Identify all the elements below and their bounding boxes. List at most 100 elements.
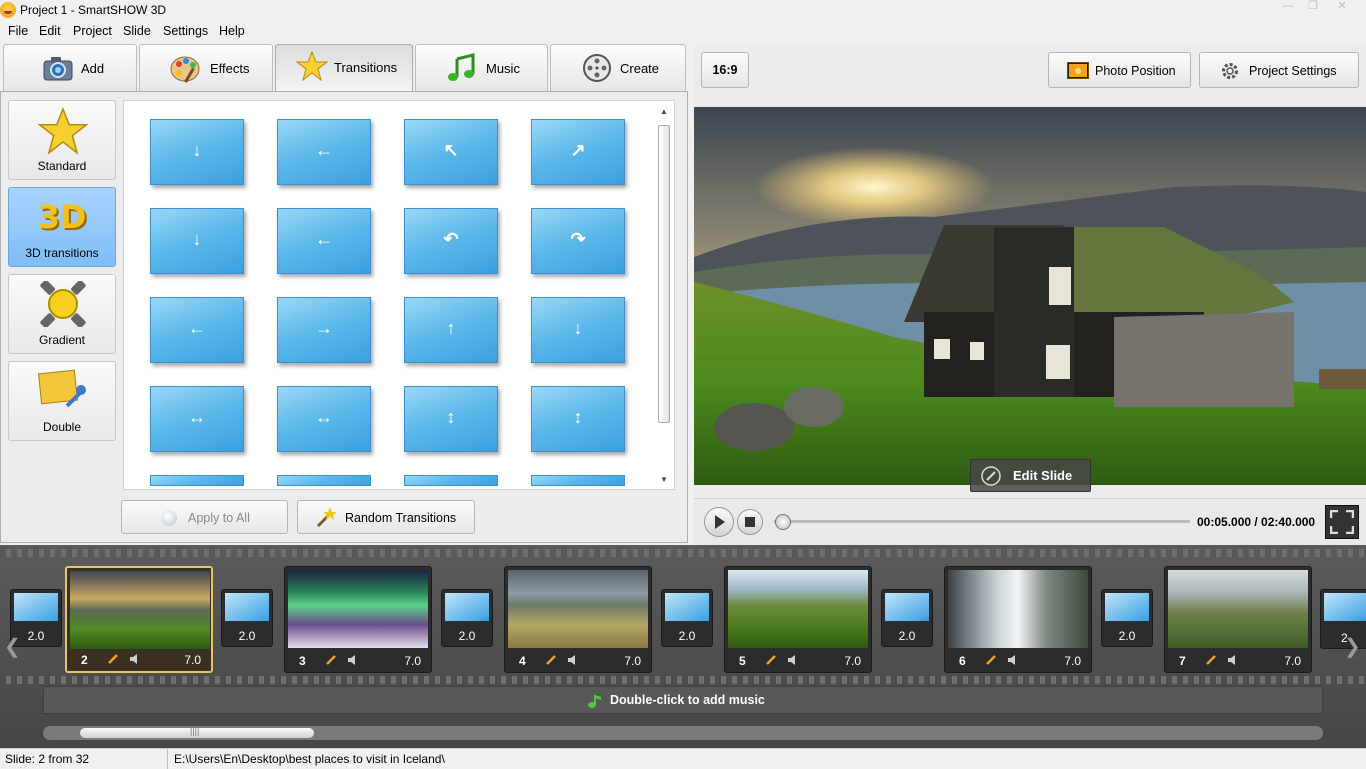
transition-thumbnail[interactable] (277, 475, 371, 486)
slide-item[interactable]: 3 7.0 (284, 566, 432, 673)
menu-file[interactable]: File (8, 24, 28, 38)
maximize-button[interactable]: ❐ (1301, 0, 1325, 14)
speaker-icon[interactable] (1227, 654, 1239, 666)
category-standard-label: Standard (37, 159, 87, 173)
transition-thumbnail[interactable] (404, 475, 498, 486)
slide-item[interactable]: 6 7.0 (944, 566, 1092, 673)
menu-edit[interactable]: Edit (39, 24, 61, 38)
transition-thumbnail[interactable]: ← (277, 119, 371, 185)
transition-thumbnail[interactable]: ↕ (404, 386, 498, 452)
tab-create-label: Create (620, 61, 660, 76)
edit-slide-button[interactable]: Edit Slide (970, 459, 1091, 492)
transition-thumbnail[interactable]: ↑ (404, 297, 498, 363)
stop-button[interactable] (737, 509, 763, 535)
slide-duration: 7.0 (404, 654, 421, 668)
status-divider (167, 749, 168, 769)
timeline-scroll-left-icon[interactable]: ❮ (4, 634, 21, 659)
apply-to-all-button[interactable]: Apply to All (121, 500, 288, 534)
music-note-icon (448, 53, 475, 81)
transition-item[interactable]: 2.0 (661, 589, 713, 647)
pencil-icon[interactable] (765, 654, 777, 666)
category-double[interactable]: Double (8, 361, 116, 441)
transition-item[interactable]: 2.0 (441, 589, 493, 647)
pencil-icon[interactable] (1205, 654, 1217, 666)
transition-thumbnail[interactable] (150, 475, 244, 486)
pencil-icon[interactable] (107, 653, 119, 665)
transition-thumbnail[interactable]: → (277, 297, 371, 363)
transition-thumbnail[interactable]: ↓ (531, 297, 625, 363)
speaker-icon[interactable] (347, 654, 359, 666)
magic-wand-icon (316, 507, 337, 528)
slide-number: 4 (519, 654, 526, 668)
scroll-thumb[interactable] (658, 125, 670, 423)
slide-thumbnail (70, 571, 210, 649)
menu-settings[interactable]: Settings (163, 24, 208, 38)
transition-thumbnail[interactable]: ↕ (531, 386, 625, 452)
transition-thumbnail[interactable]: ↶ (404, 208, 498, 274)
slide-item[interactable]: 2 7.0 (65, 566, 213, 673)
random-transitions-label: Random Transitions (345, 511, 457, 525)
time-readout: 00:05.000 / 02:40.000 (1197, 515, 1316, 529)
tab-add[interactable]: Add (3, 44, 137, 91)
direction-arrow-icon: ↓ (192, 229, 202, 249)
pencil-icon[interactable] (325, 654, 337, 666)
category-double-label: Double (42, 420, 82, 434)
transition-thumbnail[interactable]: ↓ (150, 119, 244, 185)
transition-thumbnail[interactable]: ↔ (277, 386, 371, 452)
direction-arrow-icon: ↖ (443, 140, 459, 160)
transition-thumbnail (445, 593, 489, 621)
speaker-icon[interactable] (1007, 654, 1019, 666)
pencil-icon[interactable] (985, 654, 997, 666)
category-standard[interactable]: Standard (8, 100, 116, 180)
tab-effects[interactable]: Effects (139, 44, 273, 91)
tab-music[interactable]: Music (415, 44, 548, 91)
play-button[interactable] (704, 507, 734, 537)
transition-item[interactable]: 2.0 (881, 589, 933, 647)
category-gradient[interactable]: Gradient (8, 274, 116, 354)
slide-item[interactable]: 5 7.0 (724, 566, 872, 673)
window-title: Project 1 - SmartSHOW 3D (20, 3, 167, 17)
minimize-button[interactable]: — (1276, 0, 1300, 14)
random-transitions-button[interactable]: Random Transitions (297, 500, 475, 534)
speaker-icon[interactable] (567, 654, 579, 666)
3d-icon: 3D (37, 198, 87, 236)
timeline-scroll-thumb[interactable]: |||| (80, 726, 314, 738)
project-settings-button[interactable]: Project Settings (1199, 52, 1359, 88)
menu-help[interactable]: Help (219, 24, 245, 38)
transition-duration: 2.0 (678, 629, 696, 643)
fullscreen-button[interactable] (1325, 505, 1359, 539)
transition-thumbnail[interactable] (531, 475, 625, 486)
tab-transitions[interactable]: Transitions (275, 44, 413, 91)
transition-item[interactable]: 2.0 (221, 589, 273, 647)
scroll-down-arrow-icon[interactable]: ▼ (659, 475, 669, 487)
film-holes-top (0, 549, 1366, 557)
transition-thumbnail[interactable]: ↖ (404, 119, 498, 185)
timeline-scroll-right-icon[interactable]: ❯ (1344, 634, 1361, 659)
direction-arrow-icon: ↕ (573, 407, 583, 427)
menu-slide[interactable]: Slide (123, 24, 151, 38)
transition-thumbnail[interactable]: ← (277, 208, 371, 274)
photo-position-button[interactable]: Photo Position (1048, 52, 1191, 88)
slide-item[interactable]: 7 7.0 (1164, 566, 1312, 673)
seek-handle[interactable] (775, 514, 792, 530)
aspect-ratio-button[interactable]: 16:9 (701, 52, 749, 88)
slide-duration: 7.0 (844, 654, 861, 668)
slide-item[interactable]: 4 7.0 (504, 566, 652, 673)
scroll-up-arrow-icon[interactable]: ▲ (659, 107, 669, 119)
transition-thumbnail[interactable]: ↗ (531, 119, 625, 185)
music-track[interactable]: Double-click to add music (43, 686, 1323, 714)
transition-thumbnail[interactable]: ↷ (531, 208, 625, 274)
speaker-icon[interactable] (129, 653, 141, 665)
category-3d-transitions[interactable]: 3D 3D transitions (8, 187, 116, 267)
grid-scrollbar[interactable]: ▲ ▼ (656, 107, 672, 487)
transition-thumbnail[interactable]: ↓ (150, 208, 244, 274)
menu-project[interactable]: Project (73, 24, 112, 38)
seek-track[interactable] (774, 520, 1190, 523)
close-button[interactable]: ✕ (1330, 0, 1354, 14)
transition-item[interactable]: 2.0 (1101, 589, 1153, 647)
speaker-icon[interactable] (787, 654, 799, 666)
transition-thumbnail[interactable]: ← (150, 297, 244, 363)
tab-create[interactable]: Create (550, 44, 686, 91)
pencil-icon[interactable] (545, 654, 557, 666)
transition-thumbnail[interactable]: ↔ (150, 386, 244, 452)
